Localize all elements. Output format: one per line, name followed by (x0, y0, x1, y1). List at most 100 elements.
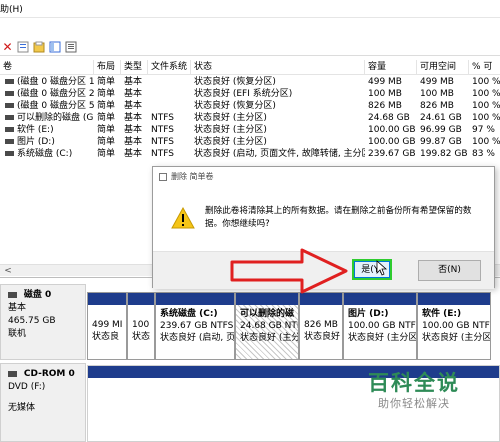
partition-status: 状态良好 (主分 (240, 333, 298, 343)
col-volume[interactable]: 卷 (0, 60, 94, 75)
disk-type: 基本 (8, 303, 27, 313)
red-arrow-annotation (230, 248, 348, 294)
cell-capacity: 239.67 GB (368, 149, 416, 159)
cell-layout: 简单 (97, 77, 116, 87)
partition-status: 状态良好 (主分区 (348, 333, 416, 343)
cell-capacity: 100 MB (368, 89, 402, 99)
cell-layout: 简单 (97, 101, 116, 111)
table-row[interactable]: 可以删除的磁盘 (G:) 简单 基本 NTFS 状态良好 (主分区) 24.68… (0, 112, 500, 124)
cell-volume: (磁盘 0 磁盘分区 2) (17, 89, 94, 99)
watermark-title: 百科全说 (368, 371, 460, 395)
partition-c[interactable]: 系统磁盘 (C:) 239.67 GB NTFS 状态良好 (启动, 页 (155, 292, 235, 360)
col-status[interactable]: 状态 (191, 60, 365, 75)
col-filesystem[interactable]: 文件系统 (148, 60, 191, 75)
cell-filesystem (151, 76, 191, 88)
partition-bar (156, 293, 234, 305)
cursor-icon (376, 260, 388, 276)
partition-size: 826 MB (304, 320, 338, 330)
cell-capacity: 100.00 GB (368, 137, 416, 147)
cell-type: 基本 (124, 113, 143, 123)
cell-type: 基本 (124, 125, 143, 135)
app-icon (159, 173, 167, 181)
table-row[interactable]: 软件 (E:) 简单 基本 NTFS 状态良好 (主分区) 100.00 GB … (0, 124, 500, 136)
partition-size: 239.67 GB NTFS (160, 321, 234, 331)
col-type[interactable]: 类型 (121, 60, 148, 75)
partition-status: 状态良好 (304, 332, 341, 342)
partition-d[interactable]: 图片 (D:) 100.00 GB NTFS 状态良好 (主分区 (343, 292, 417, 360)
cell-percent: 100 % (472, 137, 500, 147)
delete-icon[interactable]: ✕ (1, 40, 14, 54)
table-row[interactable]: (磁盘 0 磁盘分区 2) 简单 基本 状态良好 (EFI 系统分区) 100 … (0, 88, 500, 100)
disk-0-label[interactable]: 磁盘 0 基本 465.75 GB 联机 (0, 284, 86, 360)
cell-percent: 83 % (472, 149, 495, 159)
cell-free: 100 MB (420, 89, 454, 99)
cell-free: 24.61 GB (420, 113, 462, 123)
list-icon[interactable] (64, 40, 77, 53)
menu-help[interactable]: 助(H) (0, 2, 23, 15)
partition-e[interactable]: 软件 (E:) 100.00 GB NTFS 状态良好 (主分区 (417, 292, 491, 360)
table-row[interactable]: (磁盘 0 磁盘分区 1) 简单 基本 状态良好 (恢复分区) 499 MB 4… (0, 76, 500, 88)
cdrom-title: CD-ROM 0 (23, 369, 75, 379)
scroll-left-icon[interactable]: < (2, 265, 14, 277)
col-layout[interactable]: 布局 (94, 60, 121, 75)
partition-size: 100.00 GB NTFS (348, 321, 416, 331)
partition-efi[interactable]: 100 状态 (127, 292, 155, 360)
cell-layout: 简单 (97, 125, 116, 135)
partition-size: 24.68 GB NTFS (240, 321, 298, 331)
partition-name: 图片 (D:) (348, 309, 389, 319)
cell-layout: 简单 (97, 89, 116, 99)
col-capacity[interactable]: 容量 (365, 60, 417, 75)
col-percent[interactable]: % 可 (469, 60, 500, 75)
dialog-title-bar[interactable]: 删除 简单卷 (153, 167, 494, 187)
no-button[interactable]: 否(N) (418, 260, 481, 281)
cdrom-media: 无媒体 (8, 403, 36, 413)
cell-percent: 100 % (472, 113, 500, 123)
partition-name: 系统磁盘 (C:) (160, 309, 218, 319)
cell-percent: 100 % (472, 101, 500, 111)
volume-icon (5, 126, 14, 132)
partition-status: 状态良好 (主分区 (422, 333, 490, 343)
cdrom-label[interactable]: CD-ROM 0 DVD (F:) 无媒体 (0, 363, 86, 442)
properties-icon[interactable] (16, 40, 29, 53)
cell-filesystem (151, 88, 191, 100)
partition-g-selected[interactable]: 可以删除的磁 24.68 GB NTFS 状态良好 (主分 (235, 292, 299, 360)
volume-list-header: 卷 布局 类型 文件系统 状态 容量 可用空间 % 可 (0, 60, 500, 75)
table-row[interactable]: 图片 (D:) 简单 基本 NTFS 状态良好 (主分区) 100.00 GB … (0, 136, 500, 148)
cell-filesystem: NTFS (151, 149, 174, 159)
partition-size: 499 MI (92, 320, 123, 330)
cell-volume: 可以删除的磁盘 (G:) (17, 113, 94, 123)
partition-status: 状态良好 (启动, 页 (160, 333, 234, 343)
volume-icon (5, 138, 14, 144)
warning-icon (171, 207, 195, 229)
cell-layout: 简单 (97, 113, 116, 123)
cell-free: 826 MB (420, 101, 454, 111)
cell-layout: 简单 (97, 137, 116, 147)
cell-capacity: 499 MB (368, 77, 402, 87)
cell-free: 499 MB (420, 77, 454, 87)
cdrom-icon (8, 370, 17, 377)
disk-icon (8, 291, 17, 298)
cell-status: 状态良好 (启动, 页面文件, 故障转储, 主分区) (194, 149, 365, 159)
cell-type: 基本 (124, 137, 143, 147)
cell-volume: (磁盘 0 磁盘分区 5) (17, 101, 94, 111)
help-icon[interactable] (32, 40, 45, 53)
volume-icon (5, 114, 14, 120)
dialog-title: 删除 简单卷 (171, 172, 214, 181)
cell-capacity: 24.68 GB (368, 113, 410, 123)
cell-volume: 图片 (D:) (17, 137, 55, 147)
disk-size: 465.75 GB (8, 316, 56, 326)
watermark: 百科全说 助你轻松解决 (360, 370, 468, 420)
cell-capacity: 100.00 GB (368, 125, 416, 135)
menu-bar: 助(H) (0, 0, 500, 18)
partition-recovery-5[interactable]: 826 MB 状态良好 (299, 292, 343, 360)
cell-free: 99.87 GB (420, 137, 462, 147)
cell-volume: 系统磁盘 (C:) (17, 149, 73, 159)
table-row[interactable]: 系统磁盘 (C:) 简单 基本 NTFS 状态良好 (启动, 页面文件, 故障转… (0, 148, 500, 160)
view-icon[interactable] (48, 40, 61, 53)
toolbar: ✕ (0, 18, 500, 56)
table-row[interactable]: (磁盘 0 磁盘分区 5) 简单 基本 状态良好 (恢复分区) 826 MB 8… (0, 100, 500, 112)
partition-recovery-1[interactable]: 499 MI 状态良 (87, 292, 127, 360)
cell-status: 状态良好 (主分区) (194, 137, 267, 147)
col-free[interactable]: 可用空间 (417, 60, 469, 75)
cell-filesystem: NTFS (151, 125, 174, 135)
